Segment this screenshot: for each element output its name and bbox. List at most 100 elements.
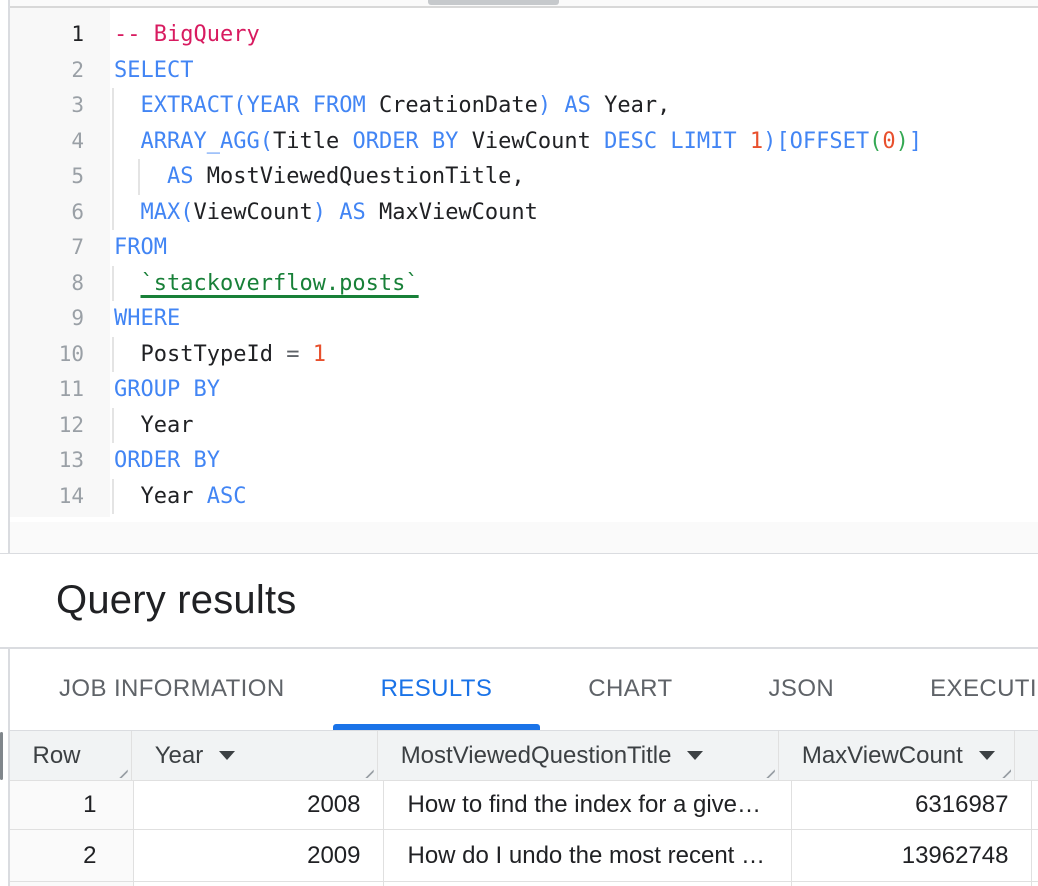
line-number: 4 — [10, 124, 84, 160]
code-line-8[interactable]: 8 `stackoverflow.posts` — [10, 266, 1038, 302]
sort-dropdown-icon[interactable] — [979, 751, 995, 760]
tab-label: EXECUTION DETAILS — [930, 675, 1038, 703]
spacer-cell — [1032, 882, 1038, 886]
column-header-MaxViewCount[interactable]: MaxViewCount — [779, 731, 1015, 781]
tab-results[interactable]: RESULTS — [333, 649, 541, 731]
code-line-9[interactable]: 9 WHERE — [10, 301, 1038, 337]
table-row: 1 2008 How to find the index for a give… 63… — [10, 781, 1038, 830]
line-number: 3 — [10, 88, 84, 124]
line-number: 9 — [10, 301, 84, 337]
column-resize-handle-icon[interactable] — [762, 765, 775, 778]
code-text: GROUP BY — [114, 372, 220, 408]
tab-label: CHART — [588, 675, 672, 703]
code-line-11[interactable]: 11 GROUP BY — [10, 372, 1038, 408]
tab-label: RESULTS — [381, 675, 493, 703]
vertical-scrollbar-thumb[interactable] — [0, 732, 3, 780]
code-line-1[interactable]: 1 -- BigQuery — [10, 17, 1038, 53]
column-header-label: MaxViewCount — [802, 742, 963, 770]
code-text: AS MostViewedQuestionTitle, — [114, 159, 525, 195]
code-text: `stackoverflow.posts` — [114, 266, 419, 302]
column-header-label: Row — [33, 742, 81, 770]
code-line-13[interactable]: 13ORDER BY — [10, 443, 1038, 479]
code-line-5[interactable]: 5 AS MostViewedQuestionTitle, — [10, 159, 1038, 195]
horizontal-scrollbar-thumb[interactable] — [428, 0, 559, 5]
row-number-cell: 1 — [10, 781, 134, 830]
editor-bottom-strip — [10, 522, 1038, 553]
data-cell — [792, 882, 1032, 886]
code-line-7[interactable]: 7FROM — [10, 230, 1038, 266]
table-row: 2 2009 How do I undo the most recent … 1396… — [10, 830, 1038, 882]
line-number: 11 — [10, 372, 84, 408]
tab-chart[interactable]: CHART — [540, 649, 720, 731]
line-number: 12 — [10, 408, 84, 444]
data-cell — [134, 882, 384, 886]
results-table: Row Year MostViewedQuestionTitle MaxViewCou… — [10, 730, 1038, 886]
cell-value: 2009 — [307, 842, 360, 870]
column-header-Year[interactable]: Year — [132, 731, 378, 781]
line-number: 10 — [10, 337, 84, 373]
code-text: SELECT — [114, 53, 193, 89]
line-number: 1 — [10, 17, 84, 53]
table-row-partial — [10, 882, 1038, 886]
code-text: WHERE — [114, 301, 180, 337]
code-text: ORDER BY — [114, 443, 220, 479]
code-line-2[interactable]: 2 SELECT — [10, 53, 1038, 89]
line-number: 6 — [10, 195, 84, 231]
code-line-10[interactable]: 10 PostTypeId = 1 — [10, 337, 1038, 373]
code-line-4[interactable]: 4 ARRAY_AGG(Title ORDER BY ViewCount DES… — [10, 124, 1038, 160]
row-number-cell: 2 — [10, 830, 134, 882]
code-line-3[interactable]: 3 EXTRACT(YEAR FROM CreationDate) AS Yea… — [10, 88, 1038, 124]
cell-value: 6316987 — [915, 791, 1008, 819]
line-number: 14 — [10, 479, 84, 515]
cell-value: 13962748 — [902, 842, 1009, 870]
cell-value: How to find the index for a give… — [408, 791, 762, 819]
results-tab-bar: JOB INFORMATION RESULTS CHART JSON EXECUTION… — [10, 649, 1038, 731]
code-text: ARRAY_AGG(Title ORDER BY ViewCount DESC … — [114, 124, 922, 160]
line-number: 5 — [10, 159, 84, 195]
data-cell: How do I undo the most recent … — [384, 830, 792, 882]
code-line-6[interactable]: 6 MAX(ViewCount) AS MaxViewCount — [10, 195, 1038, 231]
code-text: EXTRACT(YEAR FROM CreationDate) AS Year, — [114, 88, 670, 124]
data-cell: How to find the index for a give… — [384, 781, 792, 830]
cell-value: 1 — [83, 791, 96, 819]
data-cell: 13962748 — [792, 830, 1032, 882]
code-area[interactable]: 1-- BigQuery2SELECT3 EXTRACT(YEAR FROM C… — [10, 17, 1038, 514]
code-line-14[interactable]: 14 Year ASC — [10, 479, 1038, 515]
data-cell: 2008 — [134, 781, 384, 830]
tab-label: JOB INFORMATION — [59, 675, 285, 703]
column-resize-handle-icon[interactable] — [998, 765, 1011, 778]
code-text: Year ASC — [114, 479, 246, 515]
tab-json[interactable]: JSON — [721, 649, 883, 731]
code-text: Year — [114, 408, 193, 444]
column-resize-handle-icon[interactable] — [361, 765, 374, 778]
data-cell: 2009 — [134, 830, 384, 882]
data-cell — [384, 882, 792, 886]
column-header-spacer — [1015, 731, 1038, 781]
column-header-label: MostViewedQuestionTitle — [401, 742, 672, 770]
line-number: 8 — [10, 266, 84, 302]
column-header-label: Year — [155, 742, 204, 770]
code-text: PostTypeId = 1 — [114, 337, 326, 373]
column-resize-handle-icon[interactable] — [115, 765, 128, 778]
tab-job-information[interactable]: JOB INFORMATION — [11, 649, 333, 731]
column-header-MostViewedQuestionTitle[interactable]: MostViewedQuestionTitle — [378, 731, 779, 781]
code-line-12[interactable]: 12 Year — [10, 408, 1038, 444]
cell-value: How do I undo the most recent … — [408, 842, 766, 870]
query-results-title: Query results — [56, 554, 296, 647]
line-number: 2 — [10, 53, 84, 89]
sort-dropdown-icon[interactable] — [219, 751, 235, 760]
column-header-Row[interactable]: Row — [10, 731, 132, 781]
data-cell: 6316987 — [792, 781, 1032, 830]
tab-execution-details[interactable]: EXECUTION DETAILS — [882, 649, 1038, 731]
spacer-cell — [1032, 830, 1038, 882]
table-header-row: Row Year MostViewedQuestionTitle MaxViewCou… — [10, 731, 1038, 781]
code-text: MAX(ViewCount) AS MaxViewCount — [114, 195, 538, 231]
cell-value: 2 — [83, 842, 96, 870]
line-number: 7 — [10, 230, 84, 266]
spacer-cell — [1032, 781, 1038, 830]
code-text: -- BigQuery — [114, 17, 260, 53]
sort-dropdown-icon[interactable] — [687, 751, 703, 760]
cell-value: 2008 — [307, 791, 360, 819]
sql-editor[interactable]: 1-- BigQuery2SELECT3 EXTRACT(YEAR FROM C… — [10, 8, 1038, 522]
row-number-cell — [10, 882, 134, 886]
